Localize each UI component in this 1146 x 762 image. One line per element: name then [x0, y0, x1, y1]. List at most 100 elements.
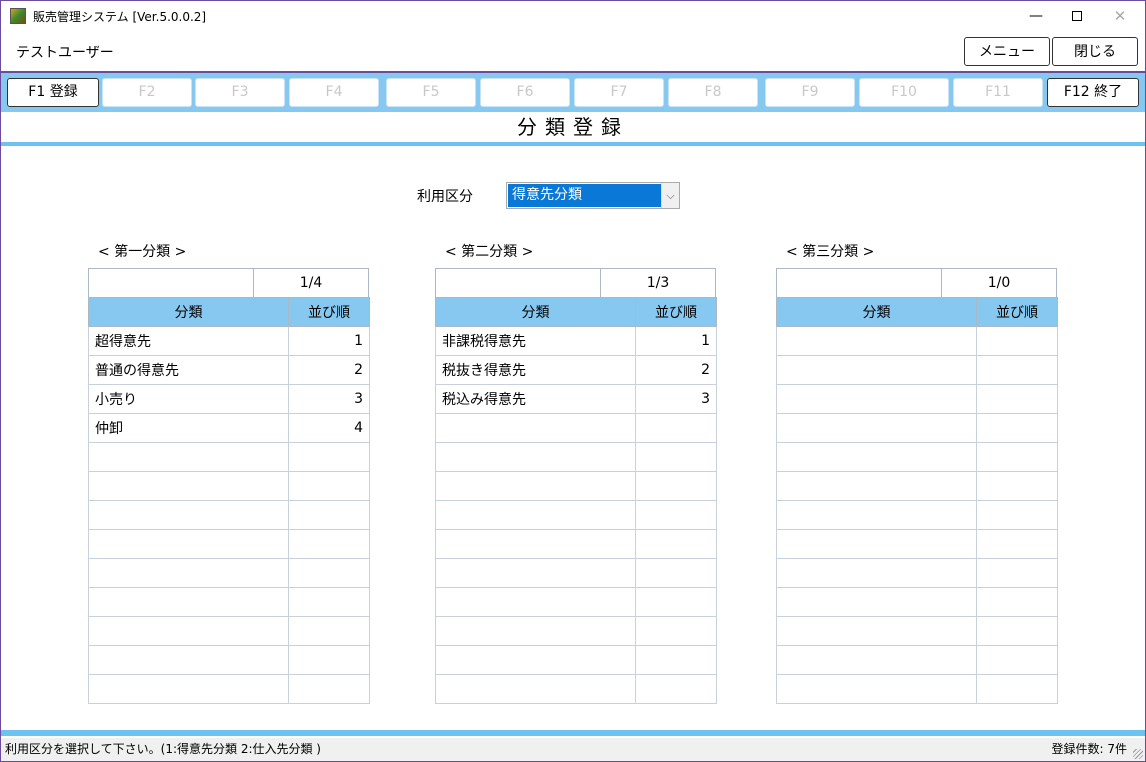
cell-order[interactable]: 3 — [288, 384, 370, 414]
fkey-f2-button[interactable]: F2 — [102, 78, 192, 107]
cell-order[interactable] — [976, 645, 1058, 675]
cell-name[interactable]: 普通の得意先 — [88, 355, 289, 385]
cell-order[interactable] — [976, 355, 1058, 385]
table-row[interactable] — [776, 558, 1058, 588]
table-row[interactable]: 税込み得意先 3 — [435, 384, 717, 414]
table-row[interactable]: 仲卸 4 — [88, 413, 370, 443]
cell-order[interactable] — [976, 326, 1058, 356]
cell-name[interactable] — [776, 616, 977, 646]
table-row[interactable] — [88, 616, 370, 646]
cell-order[interactable] — [976, 442, 1058, 472]
table-row[interactable] — [776, 500, 1058, 530]
cell-name[interactable] — [435, 442, 636, 472]
table-row[interactable] — [435, 529, 717, 559]
cell-order[interactable] — [288, 471, 370, 501]
column-header-order[interactable]: 並び順 — [976, 297, 1058, 327]
fkey-f4-button[interactable]: F4 — [289, 78, 379, 107]
cell-name[interactable] — [435, 529, 636, 559]
cell-order[interactable] — [976, 413, 1058, 443]
cell-order[interactable] — [976, 558, 1058, 588]
table-row[interactable] — [88, 587, 370, 617]
table-row[interactable] — [776, 471, 1058, 501]
cell-name[interactable] — [776, 355, 977, 385]
cell-name[interactable] — [435, 500, 636, 530]
table-row[interactable] — [88, 558, 370, 588]
column-header-order[interactable]: 並び順 — [288, 297, 370, 327]
cell-order[interactable] — [976, 384, 1058, 414]
cell-name[interactable] — [88, 500, 289, 530]
table-row[interactable]: 税抜き得意先 2 — [435, 355, 717, 385]
fkey-f12-exit-button[interactable]: F12 終了 — [1047, 78, 1139, 107]
cell-order[interactable] — [635, 645, 717, 675]
cell-name[interactable] — [776, 384, 977, 414]
fkey-f9-button[interactable]: F9 — [765, 78, 855, 107]
usage-selected-value[interactable]: 得意先分類 — [508, 184, 662, 207]
cell-order[interactable] — [635, 587, 717, 617]
cell-name[interactable] — [435, 674, 636, 704]
cell-name[interactable] — [88, 471, 289, 501]
fkey-f5-button[interactable]: F5 — [386, 78, 476, 107]
cell-name[interactable] — [435, 413, 636, 443]
cell-name[interactable]: 税抜き得意先 — [435, 355, 636, 385]
cell-name[interactable] — [435, 471, 636, 501]
fkey-f3-button[interactable]: F3 — [195, 78, 285, 107]
cell-order[interactable] — [635, 616, 717, 646]
cell-name[interactable] — [88, 529, 289, 559]
cell-name[interactable] — [88, 442, 289, 472]
cell-order[interactable] — [288, 529, 370, 559]
classification-grid[interactable]: 分類 並び順 非課税得意先 1 税抜き得意先 2 税込み得意先 3 — [435, 297, 717, 704]
table-row[interactable] — [435, 413, 717, 443]
cell-order[interactable] — [976, 529, 1058, 559]
cell-name[interactable] — [88, 616, 289, 646]
table-row[interactable]: 非課税得意先 1 — [435, 326, 717, 356]
cell-name[interactable] — [88, 674, 289, 704]
table-row[interactable] — [435, 587, 717, 617]
table-row[interactable]: 超得意先 1 — [88, 326, 370, 356]
close-button[interactable]: 閉じる — [1052, 37, 1138, 66]
table-row[interactable] — [776, 674, 1058, 704]
cell-name[interactable] — [776, 645, 977, 675]
table-row[interactable] — [88, 442, 370, 472]
menu-button[interactable]: メニュー — [964, 37, 1050, 66]
table-row[interactable] — [88, 500, 370, 530]
chevron-down-icon[interactable]: ⌵ — [661, 183, 679, 208]
cell-order[interactable] — [288, 616, 370, 646]
cell-order[interactable] — [635, 500, 717, 530]
cell-order[interactable] — [976, 471, 1058, 501]
fkey-f10-button[interactable]: F10 — [859, 78, 949, 107]
table-row[interactable] — [776, 355, 1058, 385]
table-row[interactable] — [776, 645, 1058, 675]
column-header-name[interactable]: 分類 — [88, 297, 289, 327]
table-row[interactable]: 小売り 3 — [88, 384, 370, 414]
table-row[interactable] — [435, 674, 717, 704]
table-row[interactable] — [776, 442, 1058, 472]
cell-order[interactable] — [288, 645, 370, 675]
cell-order[interactable] — [288, 442, 370, 472]
close-window-button[interactable]: ✕ — [1097, 1, 1143, 31]
cell-order[interactable] — [976, 674, 1058, 704]
cell-name[interactable] — [776, 442, 977, 472]
cell-order[interactable]: 2 — [635, 355, 717, 385]
table-row[interactable] — [776, 384, 1058, 414]
column-header-order[interactable]: 並び順 — [635, 297, 717, 327]
cell-name[interactable] — [776, 558, 977, 588]
column-header-name[interactable]: 分類 — [435, 297, 636, 327]
cell-order[interactable] — [288, 587, 370, 617]
table-row[interactable] — [776, 616, 1058, 646]
classification-grid[interactable]: 分類 並び順 — [776, 297, 1058, 704]
usage-select[interactable]: 得意先分類 ⌵ — [506, 182, 680, 209]
classification-grid[interactable]: 分類 並び順 超得意先 1 普通の得意先 2 小売り 3 仲卸 4 — [88, 297, 370, 704]
cell-order[interactable] — [288, 674, 370, 704]
cell-name[interactable] — [435, 587, 636, 617]
cell-order[interactable] — [635, 558, 717, 588]
resize-grip-icon[interactable] — [1133, 749, 1143, 759]
cell-order[interactable] — [635, 471, 717, 501]
table-row[interactable] — [435, 442, 717, 472]
cell-name[interactable] — [776, 674, 977, 704]
cell-name[interactable]: 超得意先 — [88, 326, 289, 356]
table-row[interactable] — [435, 471, 717, 501]
column-header-name[interactable]: 分類 — [776, 297, 977, 327]
cell-name[interactable]: 非課税得意先 — [435, 326, 636, 356]
cell-name[interactable] — [776, 529, 977, 559]
table-row[interactable] — [776, 413, 1058, 443]
